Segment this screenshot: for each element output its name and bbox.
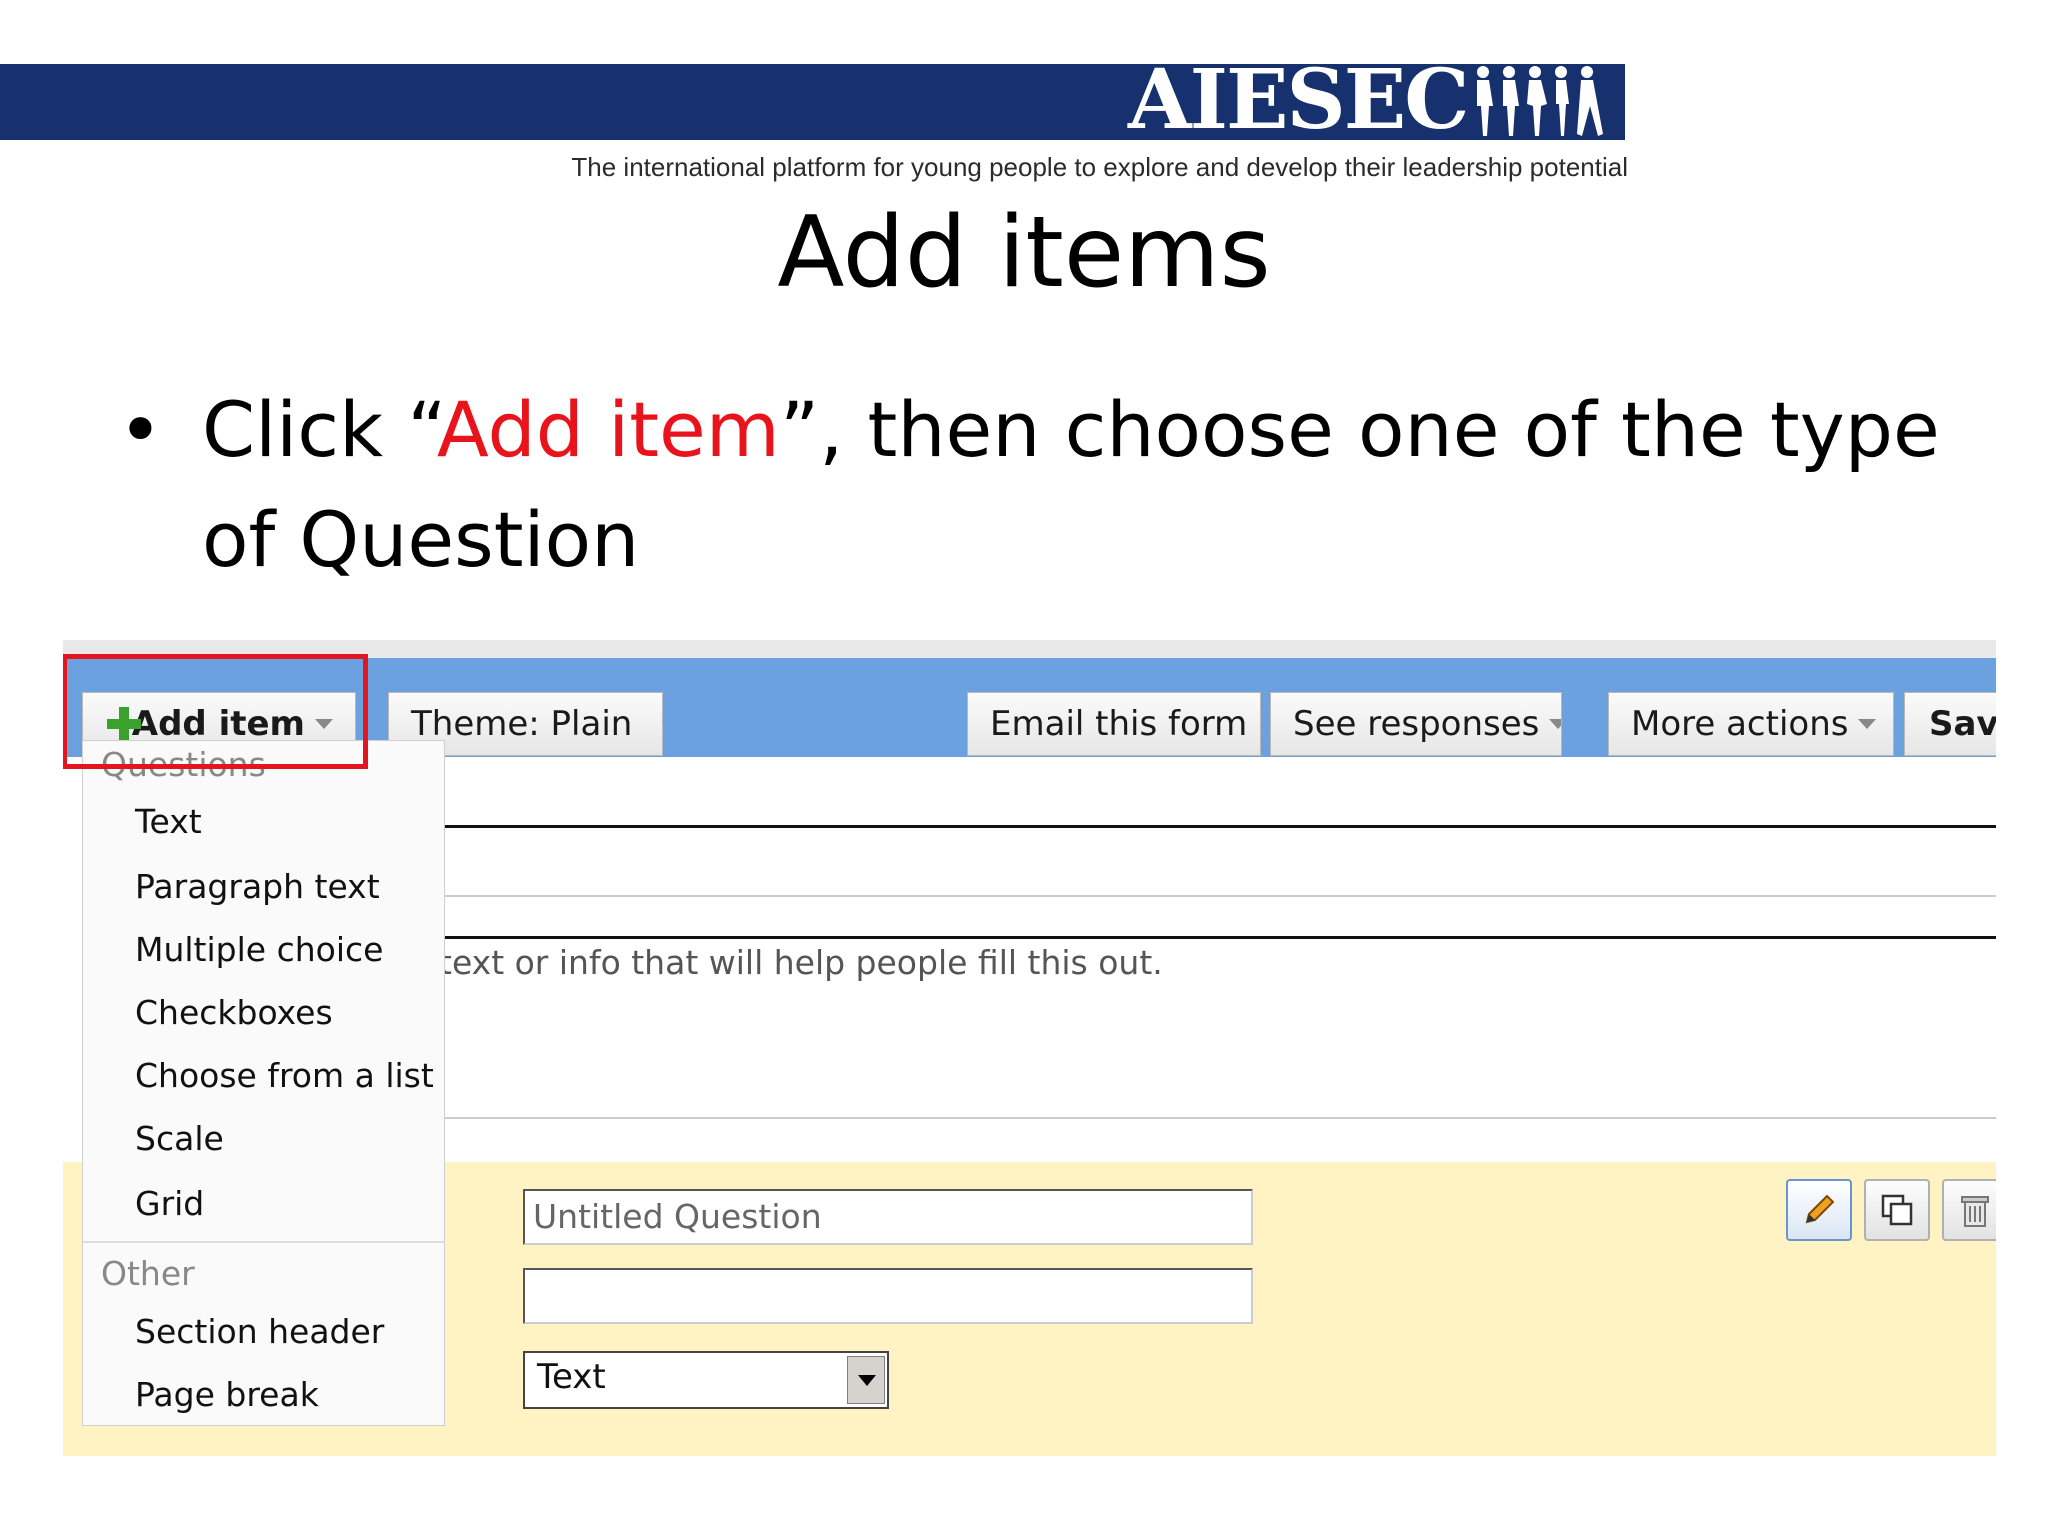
menu-item-checkboxes[interactable]: Checkboxes — [135, 993, 333, 1032]
edit-button[interactable] — [1786, 1179, 1852, 1241]
save-button[interactable]: Save — [1904, 692, 1996, 756]
dropdown-arrow-icon[interactable] — [847, 1356, 885, 1404]
title-underline — [443, 825, 1996, 828]
divider — [443, 1117, 1996, 1119]
forms-screenshot: Add item Theme: Plain Email this form Se… — [63, 640, 1996, 1456]
menu-item-page-break[interactable]: Page break — [135, 1375, 319, 1414]
slide-title: Add items — [777, 196, 1271, 310]
menu-item-grid[interactable]: Grid — [135, 1184, 204, 1223]
bullet-text: Click “Add item”, then choose one of the… — [202, 375, 1968, 595]
menu-item-multiple-choice[interactable]: Multiple choice — [135, 930, 383, 969]
menu-item-section-header[interactable]: Section header — [135, 1312, 384, 1351]
chevron-down-icon — [1549, 719, 1561, 729]
more-actions-label: More actions — [1631, 704, 1849, 744]
bullet-symbol: • — [118, 385, 163, 474]
form-description-placeholder[interactable]: text or info that will help people fill … — [439, 943, 1163, 982]
trash-icon — [1961, 1196, 1989, 1227]
logo-text: AIESEC — [1128, 52, 1469, 148]
see-responses-button[interactable]: See responses — [1270, 692, 1562, 756]
help-text-input[interactable] — [523, 1268, 1253, 1324]
divider — [443, 895, 1996, 897]
duplicate-button[interactable] — [1864, 1179, 1930, 1241]
delete-button[interactable] — [1942, 1179, 1996, 1241]
chevron-down-icon — [1858, 719, 1877, 729]
menu-item-text[interactable]: Text — [135, 802, 202, 841]
question-title-input[interactable]: Untitled Question — [523, 1189, 1253, 1245]
email-form-button[interactable]: Email this form — [967, 692, 1261, 756]
description-underline — [443, 936, 1996, 939]
people-figures-icon — [1477, 66, 1604, 136]
question-type-select[interactable]: Text — [523, 1351, 889, 1409]
menu-header-other: Other — [101, 1254, 195, 1293]
add-item-menu: Questions Text Paragraph text Multiple c… — [82, 740, 445, 1426]
more-actions-button[interactable]: More actions — [1608, 692, 1894, 756]
see-responses-label: See responses — [1293, 704, 1540, 744]
highlight-box — [63, 654, 368, 769]
menu-item-paragraph-text[interactable]: Paragraph text — [135, 867, 380, 906]
menu-item-choose-from-list[interactable]: Choose from a list — [135, 1056, 434, 1095]
tagline: The international platform for young peo… — [571, 152, 1628, 182]
bullet-highlight: Add item — [436, 385, 780, 474]
bullet-point: • Click “Add item”, then choose one of t… — [118, 375, 1968, 595]
menu-separator — [83, 1241, 444, 1243]
duplicate-icon — [1881, 1194, 1913, 1226]
aiesec-logo: AIESEC — [1128, 58, 1609, 142]
question-type-value: Text — [537, 1357, 606, 1397]
bullet-text-pre: Click “ — [202, 385, 437, 474]
menu-item-scale[interactable]: Scale — [135, 1119, 224, 1158]
pencil-icon — [1805, 1194, 1835, 1224]
